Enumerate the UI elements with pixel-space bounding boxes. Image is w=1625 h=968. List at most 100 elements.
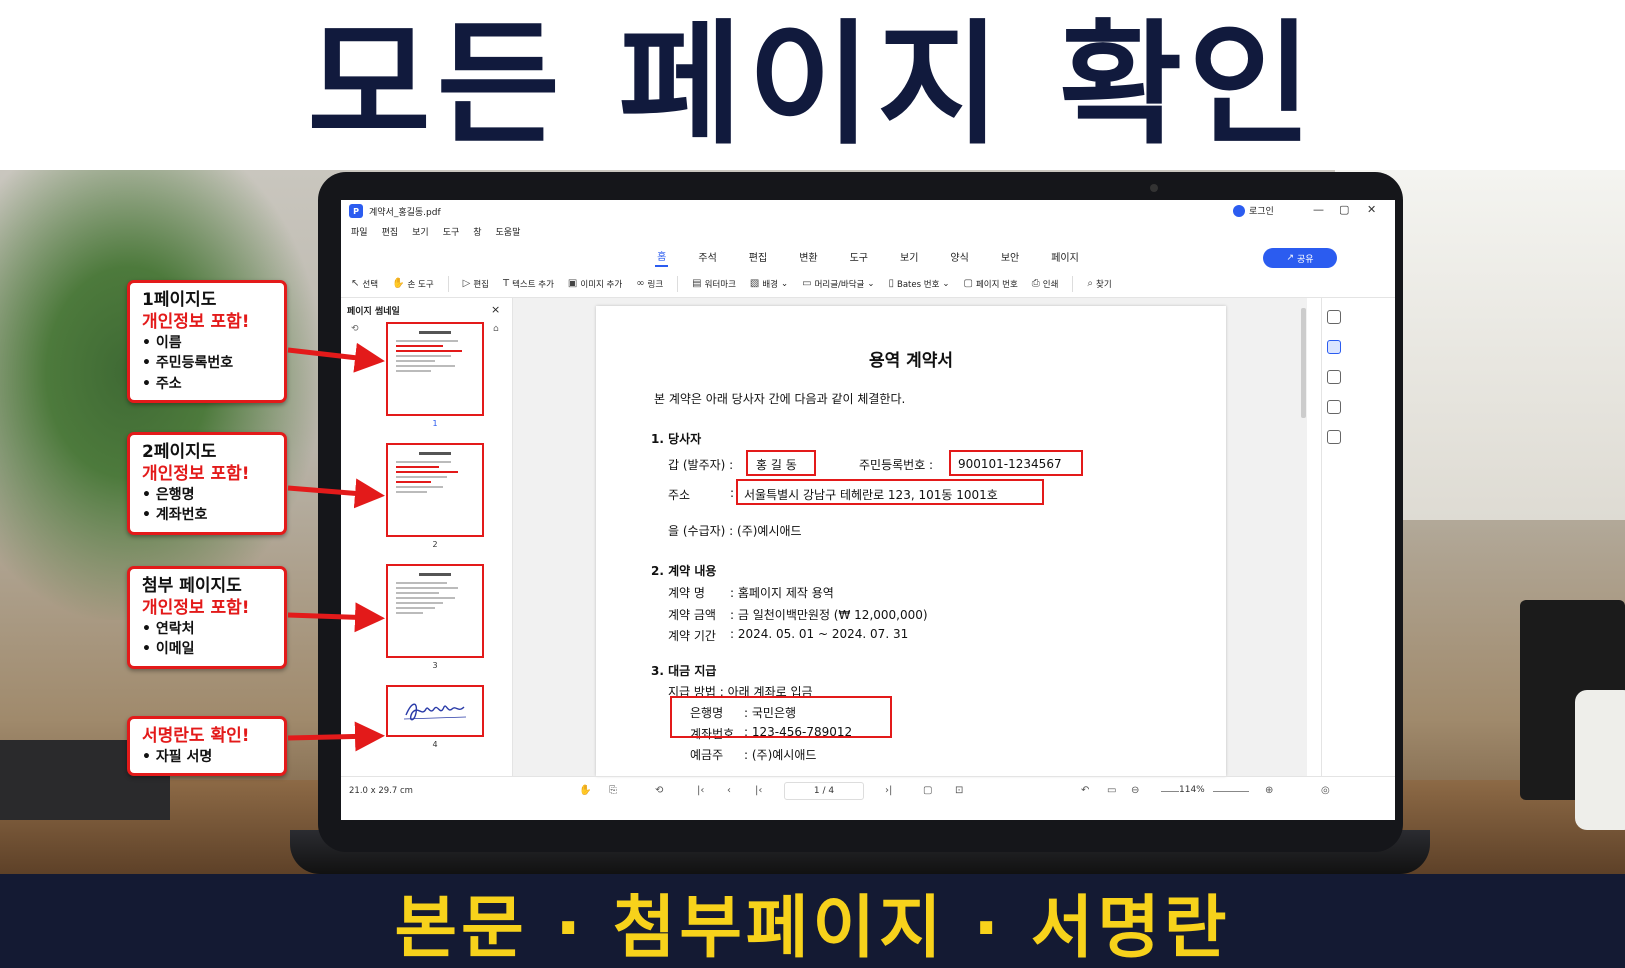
callout-1-item: • 주소 [142, 375, 182, 392]
highlight-address [736, 479, 1044, 505]
tool-background[interactable]: ▧ 배경 ⌄ [750, 278, 788, 290]
menu-view[interactable]: 보기 [412, 225, 429, 238]
tab-view[interactable]: 보기 [898, 247, 920, 266]
status-bar: 21.0 x 29.7 cm ✋ ⎘ ⟲ |‹ ‹ |‹ 1 / 4 ›| ▢ … [341, 776, 1395, 806]
attachment-panel-icon[interactable] [1327, 370, 1341, 384]
tool-print[interactable]: ⎙ 인쇄 [1032, 278, 1059, 290]
thumbnail-sidebar: 페이지 썸네일 × ⟲ ⌂ 1 2 3 4 [341, 298, 513, 776]
properties-panel-icon[interactable] [1327, 430, 1341, 444]
tab-convert[interactable]: 변환 [797, 247, 819, 266]
tool-page-number[interactable]: ▢ 페이지 번호 [964, 278, 1018, 290]
tool-link[interactable]: ∞ 링크 [636, 278, 663, 290]
last-page-icon[interactable]: ›| [885, 785, 892, 796]
tool-bates[interactable]: ▯ Bates 번호 ⌄ [889, 278, 950, 290]
image-icon: ▣ [567, 278, 578, 289]
menu-help[interactable]: 도움말 [496, 225, 521, 238]
layers-panel-icon[interactable] [1327, 400, 1341, 414]
tool-watermark[interactable]: ▤ 워터마크 [692, 278, 736, 290]
close-icon[interactable]: ✕ [1367, 203, 1376, 216]
thumbnail-page-2[interactable] [386, 443, 484, 537]
tool-add-text[interactable]: T 텍스트 추가 [503, 278, 554, 290]
bookmark-panel-icon[interactable] [1327, 310, 1341, 324]
callout-1-warning: 개인정보 포함! [142, 312, 250, 333]
callout-page-2: 2페이지도 개인정보 포함! • 은행명 • 계좌번호 [127, 432, 287, 535]
highlight-bank-account [670, 696, 892, 738]
tab-security[interactable]: 보안 [999, 247, 1021, 266]
history-icon[interactable]: ⟲ [655, 785, 663, 796]
single-page-icon[interactable]: ▢ [923, 785, 932, 796]
tab-tools[interactable]: 도구 [848, 247, 870, 266]
menu-file[interactable]: 파일 [351, 225, 368, 238]
tool-add-image[interactable]: ▣ 이미지 추가 [568, 278, 622, 290]
callout-page-1: 1페이지도 개인정보 포함! • 이름 • 주민등록번호 • 주소 [127, 280, 287, 404]
tool-print-label: 인쇄 [1042, 279, 1059, 290]
callout-1-item: • 이름 [142, 335, 182, 352]
callout-3-title: 첨부 페이지도 [142, 576, 242, 596]
callout-3-item: • 이메일 [142, 641, 195, 658]
zoom-in-icon[interactable]: ⊕ [1265, 785, 1273, 796]
thumb-line [396, 476, 447, 478]
party-a-label: 갑 (발주자) : [668, 458, 734, 472]
callout-2-item: • 계좌번호 [142, 507, 208, 524]
tab-comment[interactable]: 주석 [696, 247, 718, 266]
tab-home[interactable]: 홈 [655, 246, 669, 267]
rotate-icon[interactable]: ⟲ [351, 324, 359, 334]
thumbnail-page-1[interactable] [386, 322, 484, 416]
maximize-icon[interactable]: ▢ [1339, 203, 1349, 216]
title-bar: P 계약서_홍길동.pdf 로그인 — ▢ ✕ [341, 200, 1395, 222]
menu-window[interactable]: 창 [473, 225, 481, 238]
tab-edit[interactable]: 편집 [747, 247, 769, 266]
document-page: 용역 계약서 본 계약은 아래 당사자 간에 다음과 같이 체결한다. 1. 당… [596, 306, 1226, 776]
tool-find[interactable]: ⌕ 찾기 [1087, 278, 1111, 290]
edit-cursor-icon: ▷ [462, 278, 471, 289]
hand-tool-icon[interactable]: ✋ [579, 785, 591, 796]
menu-edit[interactable]: 편집 [382, 225, 399, 238]
callout-1-title: 1페이지도 [142, 290, 217, 310]
ribbon-tabs: 홈 주석 편집 변환 도구 보기 양식 보안 페이지 [341, 244, 1395, 268]
thumb-line [396, 597, 455, 599]
login-button[interactable]: 로그인 [1233, 204, 1274, 217]
tool-hand[interactable]: ✋ 손 도구 [392, 278, 434, 290]
first-page-icon[interactable]: |‹ [697, 785, 704, 796]
tool-hand-label: 손 도구 [407, 279, 434, 290]
bookmark-icon[interactable]: ⊡ [955, 785, 963, 796]
thumb-highlight [396, 481, 432, 483]
tool-edit[interactable]: ▷ 편집 [463, 278, 489, 290]
page-indicator[interactable]: 1 / 4 [784, 782, 864, 800]
thumb-highlight [396, 471, 459, 473]
signature-thumb [392, 691, 478, 731]
thumb-highlight [396, 345, 443, 347]
comment-panel-icon[interactable] [1327, 340, 1341, 354]
thumbnail-page-3[interactable] [386, 564, 484, 658]
tab-page[interactable]: 페이지 [1049, 247, 1081, 266]
callout-4-warning: 서명란도 확인! [142, 726, 250, 746]
zoom-slider[interactable] [1213, 791, 1249, 792]
undo-icon[interactable]: ↶ [1081, 785, 1089, 796]
thumb-line [396, 461, 451, 463]
holder-label: 예금주 [690, 748, 724, 762]
callout-1-item: • 주민등록번호 [142, 355, 234, 372]
sidebar-close-icon[interactable]: × [491, 303, 500, 316]
share-button[interactable]: ↗ 공유 [1263, 248, 1337, 268]
fit-page-icon[interactable]: ▭ [1107, 785, 1116, 796]
settings-icon[interactable]: ◎ [1321, 785, 1330, 796]
zoom-level[interactable]: 114% [1179, 785, 1205, 795]
link-icon: ∞ [636, 278, 645, 289]
tool-link-label: 링크 [647, 279, 664, 290]
select-tool-icon[interactable]: ⎘ [609, 785, 617, 796]
page-number-icon: ▢ [963, 278, 973, 289]
vertical-scrollbar[interactable] [1301, 308, 1306, 418]
share-label: 공유 [1296, 254, 1314, 265]
tab-form[interactable]: 양식 [948, 247, 970, 266]
tool-select[interactable]: ↖ 선택 [351, 278, 378, 290]
prev-page-icon[interactable]: ‹ [727, 785, 731, 796]
prev-icon[interactable]: |‹ [755, 785, 762, 796]
zoom-out-icon[interactable]: ⊖ [1131, 785, 1139, 796]
thumbnail-page-4[interactable] [386, 685, 484, 737]
menu-tools[interactable]: 도구 [443, 225, 460, 238]
options-icon[interactable]: ⌂ [493, 324, 499, 334]
minimize-icon[interactable]: — [1313, 203, 1324, 216]
thumb-line [396, 592, 439, 594]
tool-header-footer[interactable]: ▭ 머리글/바닥글 ⌄ [802, 278, 874, 290]
thumbnail-label-2: 2 [432, 540, 438, 549]
